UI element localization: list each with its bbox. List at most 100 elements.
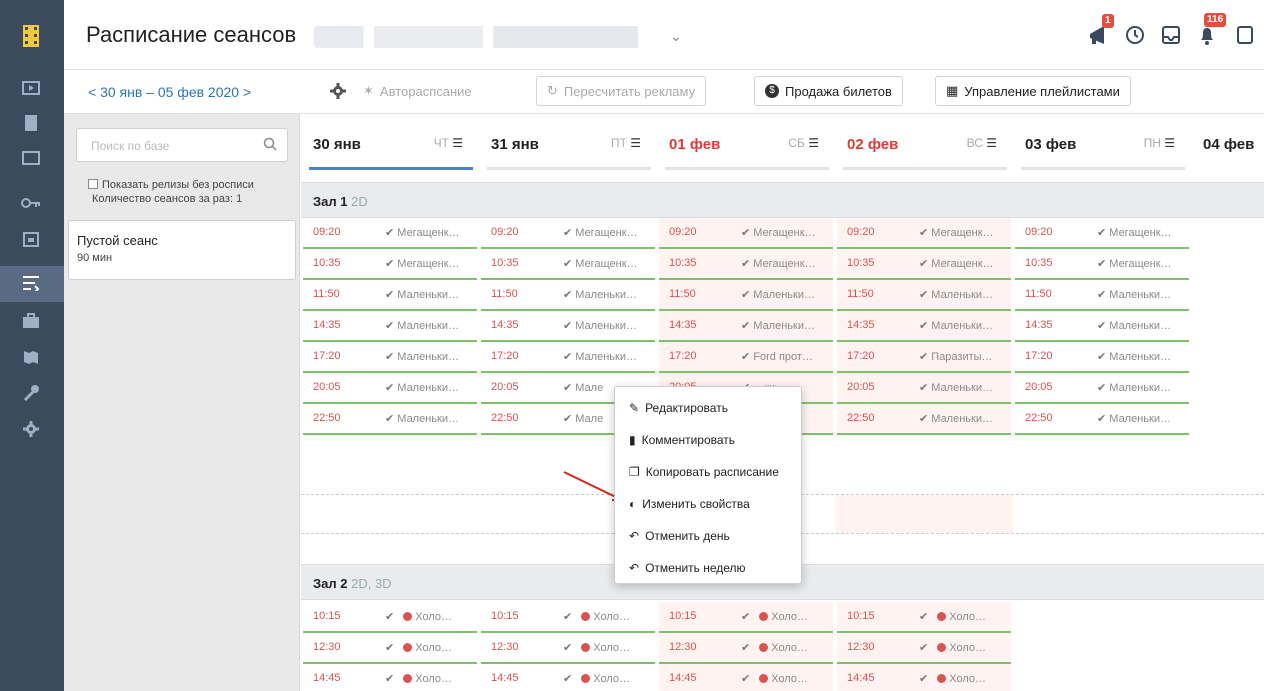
session-cell[interactable]: 11:50 ✔ Маленьки… (659, 280, 833, 311)
nav-film-icon[interactable] (20, 112, 42, 134)
session-cell[interactable]: 22:50 ✔ Маленьки… (1015, 404, 1189, 435)
session-cell[interactable]: 14:35 ✔ Маленьки… (659, 311, 833, 342)
ticket-sales-button[interactable]: $ Продажа билетов (754, 76, 903, 106)
device-icon[interactable] (1230, 22, 1256, 48)
session-cell[interactable]: 11:50 ✔ Маленьки… (1015, 280, 1189, 311)
search-placeholder: Поиск по базе (91, 139, 170, 153)
menu-item-edit[interactable]: ✎ Редактировать (629, 401, 728, 415)
session-cell[interactable]: 09:20 ✔ Мегащенк… (1015, 218, 1189, 249)
nav-wrench-icon[interactable] (20, 382, 42, 404)
show-releases-checkbox[interactable]: Показать релизы без росписи Количество с… (88, 178, 254, 206)
session-cell[interactable]: 20:05 ✔ Маленьки… (837, 373, 1011, 404)
movie-title: Холо… (593, 673, 631, 685)
nav-schedule-icon[interactable] (20, 272, 42, 294)
nav-calendar-icon[interactable] (20, 228, 42, 250)
session-cell[interactable]: 12:30 ✔ Холо… (837, 633, 1011, 664)
session-cell[interactable]: 14:45 ✔ Холо… (303, 664, 477, 691)
day-header[interactable]: 30 янв ЧТ ☰ (301, 114, 479, 172)
session-cell[interactable]: 20:05 ✔ Маленьки… (1015, 373, 1189, 404)
session-cell[interactable]: 10:35 ✔ Мегащенк… (303, 249, 477, 280)
session-time: 10:35 (491, 257, 519, 269)
session-cell[interactable]: 10:35 ✔ Мегащенк… (659, 249, 833, 280)
session-cell[interactable]: 20:05 ✔ Маленьки… (303, 373, 477, 404)
empty-session-card[interactable]: Пустой сеанс 90 мин (68, 220, 296, 280)
menu-item-copy-schedule[interactable]: ❐ Копировать расписание (629, 465, 779, 479)
checkbox-box[interactable] (88, 179, 98, 189)
session-cell[interactable]: 14:35 ✔ Маленьки… (303, 311, 477, 342)
confirmed-check-icon: ✔ (1097, 382, 1110, 394)
date-range-nav[interactable]: < 30 янв – 05 фев 2020 > (64, 70, 300, 114)
session-cell[interactable]: 10:35 ✔ Мегащенк… (837, 249, 1011, 280)
chevron-down-icon[interactable]: ⌄ (670, 28, 682, 45)
nav-settings-icon[interactable] (20, 418, 42, 440)
session-time: 10:35 (669, 257, 697, 269)
nav-map-icon[interactable] (20, 346, 42, 368)
inbox-icon[interactable] (1158, 22, 1184, 48)
session-cell[interactable]: 12:30 ✔ Холо… (303, 633, 477, 664)
history-icon[interactable] (1122, 22, 1148, 48)
session-cell[interactable]: 10:15 ✔ Холо… (659, 602, 833, 633)
session-cell[interactable]: 09:20 ✔ Мегащенк… (303, 218, 477, 249)
gear-icon[interactable] (329, 82, 347, 105)
session-movie: ✔ Маленьки… (1097, 288, 1171, 301)
session-cell[interactable]: 09:20 ✔ Мегащенк… (837, 218, 1011, 249)
session-cell[interactable]: 14:35 ✔ Маленьки… (481, 311, 655, 342)
day-header[interactable]: 04 фев (1191, 114, 1264, 172)
movie-title: Маленьки… (931, 413, 993, 425)
session-cell[interactable]: 10:35 ✔ Мегащенк… (1015, 249, 1189, 280)
session-cell[interactable]: 14:45 ✔ Холо… (837, 664, 1011, 691)
day-header[interactable]: 31 янв ПТ ☰ (479, 114, 657, 172)
nav-key-icon[interactable] (20, 192, 42, 214)
day-underline (665, 167, 829, 170)
session-movie: ✔ Мале (563, 381, 603, 394)
nav-briefcase-icon[interactable] (20, 310, 42, 332)
session-cell[interactable]: 09:20 ✔ Мегащенк… (481, 218, 655, 249)
menu-item-comment[interactable]: ▮ Комментировать (629, 433, 735, 447)
nav-player-icon[interactable] (20, 78, 42, 100)
session-cell[interactable]: 14:45 ✔ Холо… (481, 664, 655, 691)
session-cell[interactable]: 22:50 ✔ Маленьки… (837, 404, 1011, 435)
session-cell[interactable]: 10:15 ✔ Холо… (837, 602, 1011, 633)
undo-icon: ↶ (629, 529, 640, 543)
session-cell[interactable]: 14:35 ✔ Маленьки… (1015, 311, 1189, 342)
warning-dot-icon (937, 612, 947, 621)
menu-item-change-properties[interactable]: ◐ Изменить свойства (629, 497, 750, 511)
session-cell[interactable]: 14:45 ✔ Холо… (659, 664, 833, 691)
menu-item-cancel-day[interactable]: ↶ Отменить день (629, 529, 730, 543)
session-cell[interactable]: 17:20 ✔ Маленьки… (1015, 342, 1189, 373)
recalc-ads-button[interactable]: ↻ Пересчитать рекламу (536, 76, 707, 106)
search-input[interactable]: Поиск по базе (76, 128, 288, 162)
cinema-selector-blurred[interactable] (314, 26, 666, 48)
session-cell[interactable]: 22:50 ✔ Маленьки… (303, 404, 477, 435)
playlists-button[interactable]: ▦ Управление плейлистами (935, 76, 1131, 106)
session-cell[interactable]: 17:20 ✔ Маленьки… (303, 342, 477, 373)
movie-title: Маленьки… (931, 289, 993, 301)
session-cell[interactable]: 12:30 ✔ Холо… (659, 633, 833, 664)
confirmed-check-icon: ✔ (919, 289, 932, 301)
auto-schedule-button[interactable]: ✶ Автораспсание (353, 76, 482, 106)
session-cell[interactable]: 10:15 ✔ Холо… (481, 602, 655, 633)
session-cell[interactable]: 11:50 ✔ Маленьки… (481, 280, 655, 311)
warning-dot-icon (937, 643, 947, 652)
session-cell[interactable]: 10:15 ✔ Холо… (303, 602, 477, 633)
session-cell[interactable]: 09:20 ✔ Мегащенк… (659, 218, 833, 249)
session-cell[interactable]: 17:20 ✔ Паразиты… (837, 342, 1011, 373)
day-header[interactable]: 03 фев ПН ☰ (1013, 114, 1191, 172)
day-header[interactable]: 01 фев СБ ☰ (657, 114, 835, 172)
day-header[interactable]: 02 фев ВС ☰ (835, 114, 1013, 172)
session-cell[interactable]: 17:20 ✔ Маленьки… (481, 342, 655, 373)
menu-item-cancel-week[interactable]: ↶ Отменить неделю (629, 561, 746, 575)
search-icon[interactable] (263, 137, 277, 154)
session-cell[interactable]: 11:50 ✔ Маленьки… (303, 280, 477, 311)
session-cell[interactable]: 12:30 ✔ Холо… (481, 633, 655, 664)
app-logo-icon[interactable] (20, 24, 42, 48)
session-cell[interactable]: 10:35 ✔ Мегащенк… (481, 249, 655, 280)
session-time: 20:05 (1025, 381, 1053, 393)
session-cell[interactable]: 11:50 ✔ Маленьки… (837, 280, 1011, 311)
day-underline (487, 167, 651, 170)
session-cell[interactable]: 17:20 ✔ Ford прот… (659, 342, 833, 373)
auto-schedule-label: Автораспсание (379, 83, 472, 99)
session-movie: ✔ Холо… (741, 610, 808, 623)
session-cell[interactable]: 14:35 ✔ Маленьки… (837, 311, 1011, 342)
nav-folder-icon[interactable] (20, 146, 42, 168)
